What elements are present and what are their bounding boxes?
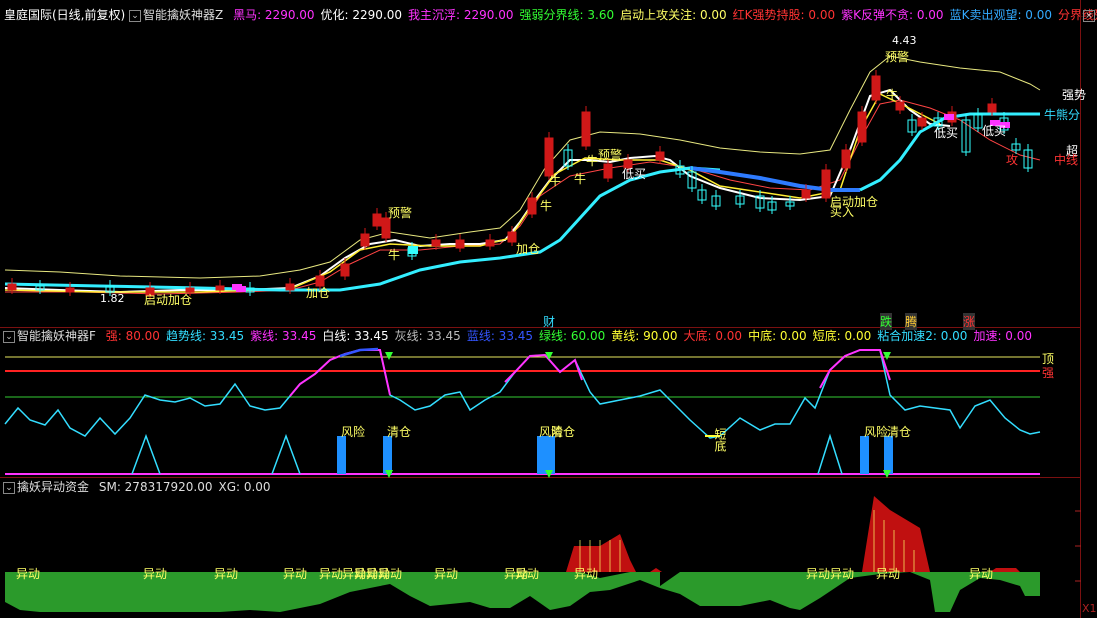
oscillator-magenta-line-2 xyxy=(504,353,583,383)
bull-bear-label: 牛熊分 xyxy=(1044,108,1081,122)
short-bottom-label: 短底 xyxy=(713,428,727,452)
risk-label-1: 风险 xyxy=(341,425,366,439)
strong-label: 强势 xyxy=(1062,88,1087,102)
midline-label: 中线 xyxy=(1054,153,1079,167)
kline-chart-canvas[interactable] xyxy=(0,0,1097,618)
clear-label-3: 清仓 xyxy=(887,425,912,439)
oscillator-magenta-line-3 xyxy=(819,349,891,389)
anomaly-label-4: 异动 xyxy=(319,567,344,581)
risk-bar xyxy=(884,436,893,474)
warning-label-2: 预警 xyxy=(598,148,623,162)
right-axis-ticks xyxy=(1075,510,1081,582)
spike-3 xyxy=(817,433,843,475)
anomaly-label-14: 异动 xyxy=(830,567,855,581)
low-buy-label-3: 低买 xyxy=(982,124,1007,138)
oscillator-panel xyxy=(4,347,1041,478)
low-price-label: 1.82 xyxy=(100,292,125,305)
main-yellow-line xyxy=(4,93,941,293)
risk-bar xyxy=(383,436,392,474)
spike-2 xyxy=(271,433,301,475)
bull-label-6: 牛 xyxy=(886,88,899,102)
risk-bar xyxy=(860,436,869,474)
bull-label-3: 牛 xyxy=(574,172,587,186)
cai-badge: 财 xyxy=(543,315,556,329)
spike-1 xyxy=(131,433,161,475)
bull-label-1: 牛 xyxy=(388,248,401,262)
down-arrow xyxy=(385,352,393,360)
low-buy-label-1: 低买 xyxy=(622,167,647,181)
bull-label-5: 牛 xyxy=(586,154,599,168)
trend-cyan-line xyxy=(4,166,721,292)
anomaly-label-3: 异动 xyxy=(283,567,308,581)
risk-bars xyxy=(337,436,893,474)
risk-bar xyxy=(537,436,546,474)
anomaly-label-11: 异动 xyxy=(515,567,540,581)
oscillator-blue-top xyxy=(339,347,379,358)
teng-badge: 腾 xyxy=(905,313,918,330)
red-fund-area xyxy=(566,496,1020,572)
risk-bar xyxy=(337,436,346,474)
bull-label-4: 牛 xyxy=(540,199,553,213)
bull-label-2: 牛 xyxy=(549,174,562,188)
attack-label: 攻 xyxy=(1006,153,1019,167)
warning-label-3: 预警 xyxy=(885,50,910,64)
marker-box xyxy=(944,114,954,120)
zhang-badge: 涨 xyxy=(963,313,976,330)
marker-box xyxy=(236,286,246,292)
die-badge: 跌 xyxy=(880,313,893,330)
clear-label-1: 清仓 xyxy=(387,425,412,439)
fund-panel xyxy=(5,496,1040,612)
corner-x1-label[interactable]: X1 xyxy=(1082,602,1097,615)
clear-label-2: 清仓 xyxy=(551,425,576,439)
cyan-marker xyxy=(408,246,418,254)
red-ma-line xyxy=(5,99,1041,295)
anomaly-label-2: 异动 xyxy=(214,567,239,581)
anomaly-label-16: 异动 xyxy=(969,567,994,581)
anomaly-label-1: 异动 xyxy=(143,567,168,581)
anomaly-label-13: 异动 xyxy=(806,567,831,581)
price-panel xyxy=(4,55,1041,300)
anomaly-label-15: 异动 xyxy=(876,567,901,581)
high-price-label: 4.43 xyxy=(892,34,917,47)
anomaly-label-8: 异动 xyxy=(378,567,403,581)
risk-bar xyxy=(546,436,555,474)
add-position-label-1: 加仓 xyxy=(306,286,331,300)
strong-level-label: 强 xyxy=(1042,366,1055,380)
candlesticks xyxy=(7,70,1033,300)
anomaly-label-9: 异动 xyxy=(434,567,459,581)
low-buy-label-2: 低买 xyxy=(934,126,959,140)
start-add-label: 启动加仓 xyxy=(144,293,193,307)
buy-label: 买入 xyxy=(830,205,855,219)
add-position-label-2: 加仓 xyxy=(516,242,541,256)
anomaly-label-12: 异动 xyxy=(574,567,599,581)
anomaly-label-0: 异动 xyxy=(16,567,41,581)
risk-label-3: 风险 xyxy=(864,425,889,439)
warning-label-1: 预警 xyxy=(388,206,413,220)
down-arrow xyxy=(883,352,891,360)
